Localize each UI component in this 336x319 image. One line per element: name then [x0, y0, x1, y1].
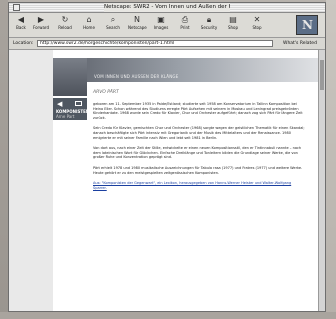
- print-icon: ⎙: [181, 15, 189, 24]
- sidebar-item-arne-part[interactable]: Arne Part: [56, 114, 74, 119]
- forward-arrow-icon: ▶: [37, 15, 45, 24]
- print-button[interactable]: ⎙ Print: [176, 15, 194, 35]
- images-button[interactable]: ▣ Images: [152, 15, 170, 35]
- article-paragraph: Pärt erhielt 1978 und 1980 musikalische …: [93, 165, 303, 175]
- reload-button[interactable]: ↻ Reload: [56, 15, 74, 35]
- sidebar-nav: ◀ KOMPONISTEN Arne Part: [53, 98, 89, 120]
- sidebar-graphic: [53, 58, 87, 96]
- photo-backdrop-bottom: [0, 312, 336, 319]
- search-icon: ⌕: [110, 15, 116, 24]
- stop-icon: ✕: [253, 15, 261, 24]
- shop-icon: ▤: [229, 15, 237, 24]
- article-heading: ARVO PÄRT: [93, 90, 119, 95]
- back-button[interactable]: ◀ Back: [12, 15, 30, 35]
- location-bar: Location: http://www.swr2.de/horgeschich…: [9, 38, 325, 50]
- shop-button[interactable]: ▤ Shop: [224, 15, 242, 35]
- netscape-logo[interactable]: N: [296, 15, 318, 35]
- scrollbar-thumb[interactable]: [320, 60, 324, 90]
- back-arrow-icon[interactable]: ◀: [57, 100, 62, 108]
- netscape-n-icon: N: [302, 18, 313, 32]
- browser-window: Netscape: SWR2 - Vom Innen und Außen der…: [8, 2, 326, 312]
- photo-backdrop-left: [0, 0, 8, 319]
- vertical-scrollbar[interactable]: [318, 50, 325, 311]
- back-arrow-icon: ◀: [17, 15, 25, 24]
- stop-button[interactable]: ✕ Stop: [248, 15, 266, 35]
- page-content: ◀ KOMPONISTEN Arne Part VOM INNEN UND AU…: [9, 50, 318, 311]
- home-icon: ⌂: [86, 15, 92, 24]
- page-tagline: VOM INNEN UND AUSSEN DER KLÄNGE: [94, 74, 179, 79]
- reload-icon: ↻: [61, 15, 69, 24]
- close-box[interactable]: [13, 4, 20, 11]
- netscape-icon: N: [134, 15, 140, 24]
- site-sidebar: ◀ KOMPONISTEN Arne Part: [53, 58, 89, 311]
- security-icon: 🔒︎: [206, 15, 212, 24]
- netscape-button[interactable]: N Netscape: [128, 15, 147, 35]
- article-paragraph: Von dort aus, nach einer Zeit der Stille…: [93, 146, 302, 160]
- images-icon: ▣: [157, 15, 165, 24]
- article-paragraph: geboren am 11. September 1935 in Paide/E…: [93, 102, 303, 120]
- source-citation-link[interactable]: Aus: "Komponisten der Gegenwart", ein Le…: [93, 181, 305, 190]
- photo-backdrop-right: [326, 0, 336, 319]
- whats-related-button[interactable]: What's Related: [283, 40, 317, 47]
- window-title: Netscape: SWR2 - Vom Innen und Außen der…: [104, 3, 230, 12]
- home-button[interactable]: ⌂ Home: [80, 15, 98, 35]
- page-header-banner: VOM INNEN UND AUSSEN DER KLÄNGE: [87, 58, 318, 82]
- location-label: Location:: [13, 41, 34, 46]
- title-bar[interactable]: Netscape: SWR2 - Vom Innen und Außen der…: [9, 3, 325, 13]
- article-body: ARVO PÄRT geboren am 11. September 1935 …: [93, 90, 305, 305]
- navigation-toolbar: ◀ Back ▶ Forward ↻ Reload ⌂ Home ⌕ Searc…: [9, 13, 325, 38]
- mail-icon[interactable]: [75, 101, 82, 106]
- article-paragraph: Sein Credo für Klavier, gemischten Chor …: [93, 126, 305, 140]
- page-margin: [9, 50, 53, 311]
- url-field[interactable]: http://www.swr2.de/horgeschichte/komponi…: [37, 40, 273, 47]
- search-button[interactable]: ⌕ Search: [104, 15, 122, 35]
- forward-button[interactable]: ▶ Forward: [32, 15, 50, 35]
- security-button[interactable]: 🔒︎ Security: [200, 15, 218, 35]
